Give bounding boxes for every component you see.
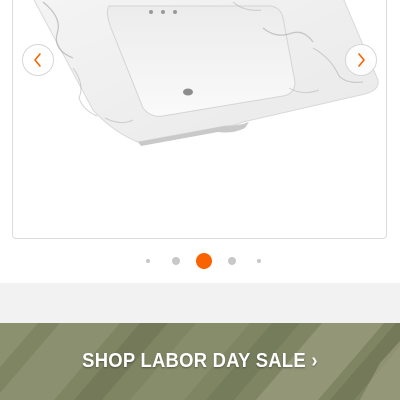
chevron-left-icon [34, 53, 41, 67]
carousel-dot[interactable] [146, 259, 150, 263]
chevron-right-icon: › [311, 350, 318, 372]
carousel-dot-active[interactable] [196, 253, 212, 269]
labor-day-sale-banner[interactable]: SHOP LABOR DAY SALE › [0, 323, 400, 400]
carousel-dot[interactable] [228, 257, 236, 265]
chevron-right-icon [358, 53, 365, 67]
banner-cta[interactable]: SHOP LABOR DAY SALE › [16, 350, 384, 373]
carousel-pagination [0, 249, 400, 273]
carousel-dot[interactable] [172, 257, 180, 265]
product-image-frame [12, 0, 387, 239]
product-image-gallery [0, 0, 400, 283]
banner-label: SHOP LABOR DAY SALE [82, 350, 306, 372]
carousel-dot[interactable] [257, 259, 261, 263]
section-divider [0, 283, 400, 323]
next-image-button[interactable] [345, 44, 377, 76]
previous-image-button[interactable] [22, 44, 54, 76]
marble-vanity-sink-image[interactable] [13, 0, 387, 239]
